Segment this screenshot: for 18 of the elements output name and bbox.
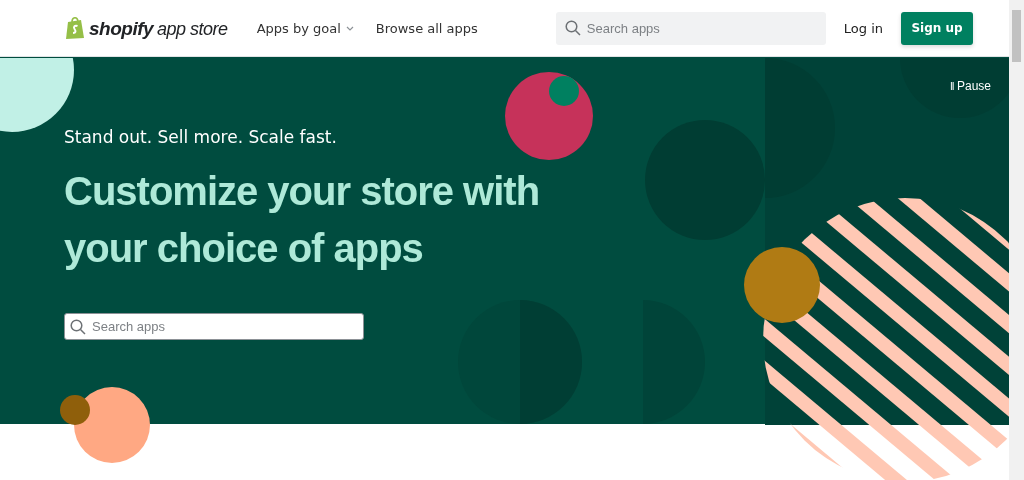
signup-button[interactable]: Sign up <box>901 11 974 45</box>
search-field[interactable]: Search apps <box>555 11 826 45</box>
nav-link[interactable]: Browse all apps <box>375 20 478 36</box>
hero-tagline: Stand out. Sell more. Scale fast. <box>64 127 338 147</box>
pause-button[interactable]: II Pause <box>950 79 991 93</box>
small-circle-decoration <box>549 76 579 106</box>
search-icon <box>564 20 581 36</box>
login-link[interactable]: Log in <box>843 20 884 36</box>
search-field[interactable]: Search apps <box>64 313 364 340</box>
scrollbar-thumb[interactable] <box>1012 10 1021 62</box>
scrollbar[interactable] <box>1009 0 1024 480</box>
dot-decoration <box>60 395 90 425</box>
search-icon <box>70 318 86 335</box>
logo-link[interactable]: shopify app store <box>65 16 228 40</box>
chevron-down-icon <box>345 25 354 31</box>
shopping-bag-icon <box>65 16 85 40</box>
hero-headline: Customize your store with your choice of apps <box>64 168 541 272</box>
nav-menu-link[interactable]: Apps by goal <box>256 20 354 36</box>
